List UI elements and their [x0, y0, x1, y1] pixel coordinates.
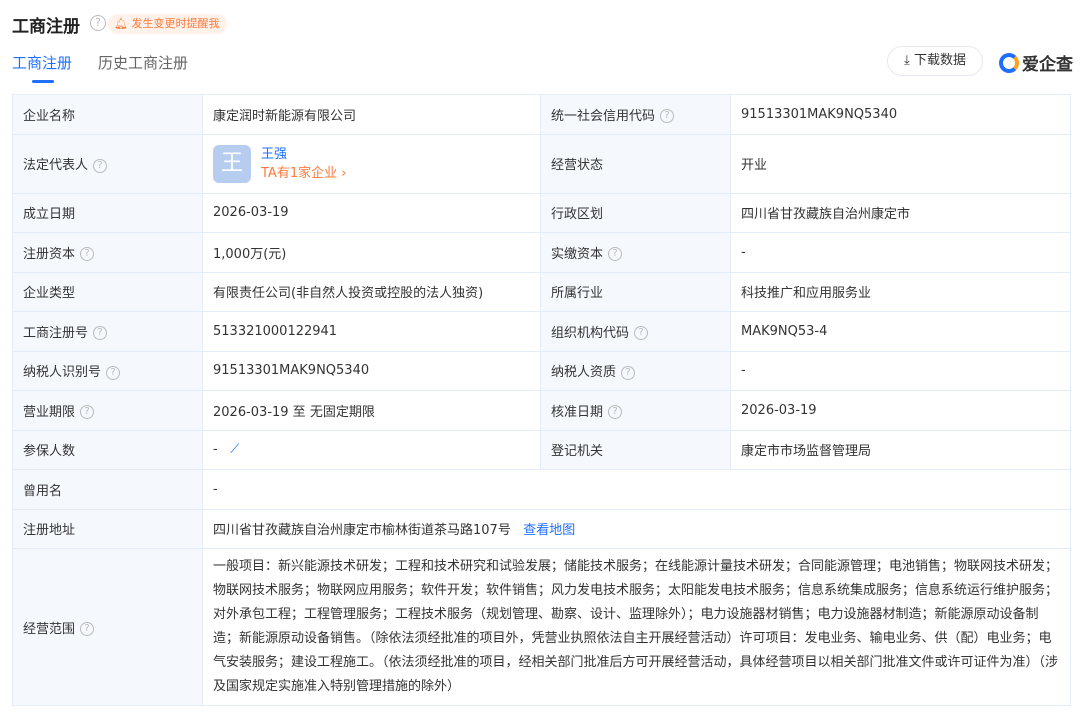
- insured-cell: - ⟋: [202, 429, 541, 470]
- insured-value: -: [213, 442, 218, 458]
- authority-value: 康定市市场监督管理局: [730, 429, 1071, 470]
- bell-icon: 🔔︎: [114, 17, 132, 30]
- field-label: 纳税人识别号?: [12, 350, 203, 391]
- company-name: 康定润时新能源有限公司: [202, 94, 541, 135]
- field-label: 营业期限?: [12, 390, 203, 431]
- address-cell: 四川省甘孜藏族自治州康定市榆林街道茶马路107号 查看地图: [202, 508, 1071, 549]
- download-icon: ⤓: [904, 53, 914, 68]
- table-row: 纳税人识别号? 91513301MAK9NQ5340 纳税人资质? -: [12, 350, 1071, 391]
- credit-code: 91513301MAK9NQ5340: [730, 94, 1071, 135]
- field-label: 实缴资本?: [540, 232, 731, 273]
- taxpayer-id-value: 91513301MAK9NQ5340: [202, 350, 541, 391]
- field-label: 纳税人资质?: [540, 350, 731, 391]
- field-label: 经营状态: [540, 133, 731, 194]
- reg-no-value: 513321000122941: [202, 311, 541, 352]
- field-label: 所属行业: [540, 271, 731, 312]
- former-name-value: -: [202, 469, 1071, 510]
- field-label: 企业名称: [12, 94, 203, 135]
- table-row: 参保人数 - ⟋ 登记机关 康定市市场监督管理局: [12, 429, 1071, 470]
- registration-table: 企业名称 康定润时新能源有限公司 统一社会信用代码? 91513301MAK9N…: [12, 94, 1071, 706]
- table-row: 注册资本? 1,000万(元) 实缴资本? -: [12, 232, 1071, 273]
- field-label: 企业类型: [12, 271, 203, 312]
- founded-value: 2026-03-19: [202, 192, 541, 233]
- region-value: 四川省甘孜藏族自治州康定市: [730, 192, 1071, 233]
- table-row: 成立日期 2026-03-19 行政区划 四川省甘孜藏族自治州康定市: [12, 192, 1071, 233]
- field-label: 法定代表人?: [12, 133, 203, 194]
- table-row: 经营范围? 一般项目：新兴能源技术研发；工程和技术研究和试验发展；储能技术服务；…: [12, 548, 1071, 706]
- status-value: 开业: [730, 133, 1071, 194]
- help-icon[interactable]: ?: [93, 158, 108, 173]
- address-value: 四川省甘孜藏族自治州康定市榆林街道茶马路107号: [213, 523, 511, 539]
- remind-label: 发生变更时提醒我: [131, 17, 220, 30]
- approve-date-value: 2026-03-19: [730, 390, 1071, 431]
- avatar: 王: [213, 144, 251, 183]
- field-label: 参保人数: [12, 429, 203, 470]
- help-icon[interactable]: ?: [660, 109, 675, 124]
- help-icon[interactable]: ?: [80, 405, 95, 420]
- brand-logo: 爱企查: [999, 50, 1073, 75]
- business-scope: 一般项目：新兴能源技术研发；工程和技术研究和试验发展；储能技术服务；在线能源计量…: [202, 548, 1071, 706]
- brand-name: 爱企查: [1022, 55, 1073, 75]
- help-icon[interactable]: ?: [106, 365, 121, 380]
- help-icon[interactable]: ?: [608, 247, 623, 262]
- download-label: 下载数据: [913, 53, 966, 68]
- help-icon[interactable]: ?: [621, 365, 636, 380]
- help-icon[interactable]: ?: [634, 326, 649, 341]
- org-code-value: MAK9NQ53-4: [730, 311, 1071, 352]
- field-label: 核准日期?: [540, 390, 731, 431]
- field-label: 曾用名: [12, 469, 203, 510]
- capital-value: 1,000万(元): [202, 232, 541, 273]
- field-label: 统一社会信用代码?: [540, 94, 731, 135]
- table-row: 注册地址 四川省甘孜藏族自治州康定市榆林街道茶马路107号 查看地图: [12, 508, 1071, 549]
- help-icon[interactable]: ?: [608, 405, 623, 420]
- field-label: 登记机关: [540, 429, 731, 470]
- table-row: 企业名称 康定润时新能源有限公司 统一社会信用代码? 91513301MAK9N…: [12, 94, 1071, 135]
- tab-registration[interactable]: 工商注册: [12, 52, 72, 83]
- page-title: 工商注册: [12, 17, 80, 37]
- field-label: 成立日期: [12, 192, 203, 233]
- type-value: 有限责任公司(非自然人投资或控股的法人独资): [202, 271, 541, 312]
- logo-icon: [999, 52, 1019, 73]
- change-reminder-button[interactable]: 🔔︎ 发生变更时提醒我: [108, 14, 228, 34]
- field-label: 注册地址: [12, 508, 203, 549]
- help-icon[interactable]: ?: [93, 326, 108, 341]
- field-label: 工商注册号?: [12, 311, 203, 352]
- help-icon[interactable]: ?: [80, 622, 95, 636]
- field-label: 组织机构代码?: [540, 311, 731, 352]
- trend-chart-icon[interactable]: ⟋: [230, 442, 239, 457]
- field-label: 注册资本?: [12, 232, 203, 273]
- view-map-link[interactable]: 查看地图: [523, 523, 575, 538]
- table-row: 企业类型 有限责任公司(非自然人投资或控股的法人独资) 所属行业 科技推广和应用…: [12, 271, 1071, 312]
- legal-rep-link[interactable]: 王强: [261, 147, 287, 162]
- table-row: 曾用名 -: [12, 469, 1071, 510]
- tab-history[interactable]: 历史工商注册: [98, 52, 188, 81]
- field-label: 行政区划: [540, 192, 731, 233]
- download-button[interactable]: ⤓ 下载数据: [887, 46, 983, 76]
- paid-capital-value: -: [730, 232, 1071, 273]
- help-icon[interactable]: ?: [90, 15, 106, 31]
- table-row: 工商注册号? 513321000122941 组织机构代码? MAK9NQ53-…: [12, 311, 1071, 352]
- table-row: 营业期限? 2026-03-19 至 无固定期限 核准日期? 2026-03-1…: [12, 390, 1071, 431]
- help-icon[interactable]: ?: [80, 247, 95, 262]
- field-label: 经营范围?: [12, 548, 203, 706]
- table-row: 法定代表人? 王王强 TA有1家企业 › 经营状态 开业: [12, 133, 1071, 194]
- taxpayer-qual-value: -: [730, 350, 1071, 391]
- industry-value: 科技推广和应用服务业: [730, 271, 1071, 312]
- related-companies-link[interactable]: TA有1家企业 ›: [261, 166, 346, 181]
- term-value: 2026-03-19 至 无固定期限: [202, 390, 541, 431]
- legal-rep-cell: 王王强 TA有1家企业 ›: [202, 133, 541, 194]
